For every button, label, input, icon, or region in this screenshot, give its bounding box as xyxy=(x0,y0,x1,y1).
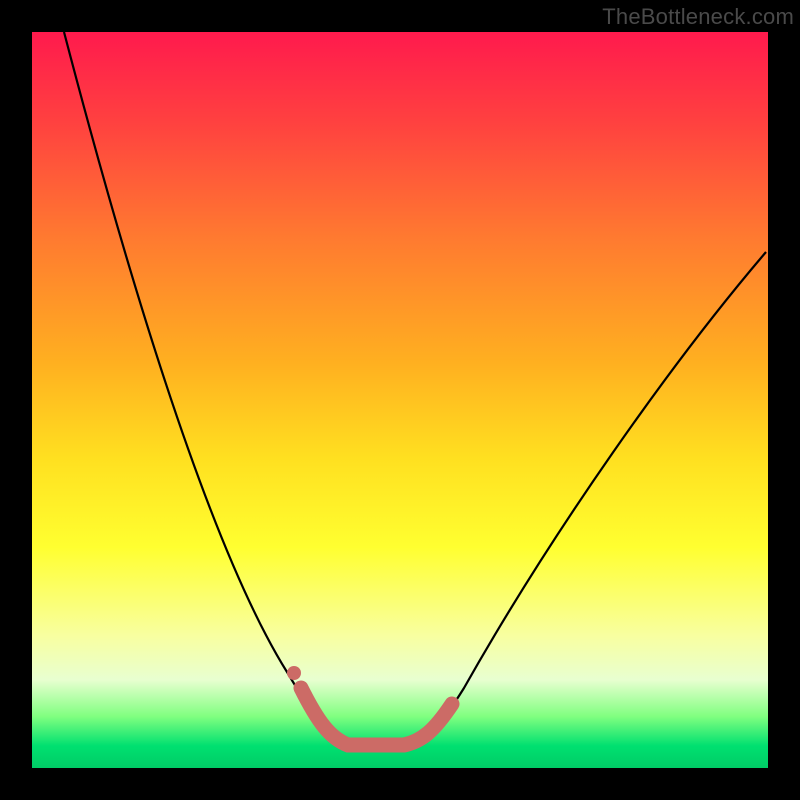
bottleneck-curve-layer xyxy=(32,32,768,768)
bottleneck-optimal-marker xyxy=(301,688,452,745)
curve-dot xyxy=(287,666,301,680)
bottleneck-curve xyxy=(64,32,766,746)
watermark-text: TheBottleneck.com xyxy=(602,4,794,30)
curve-dot xyxy=(298,688,312,702)
